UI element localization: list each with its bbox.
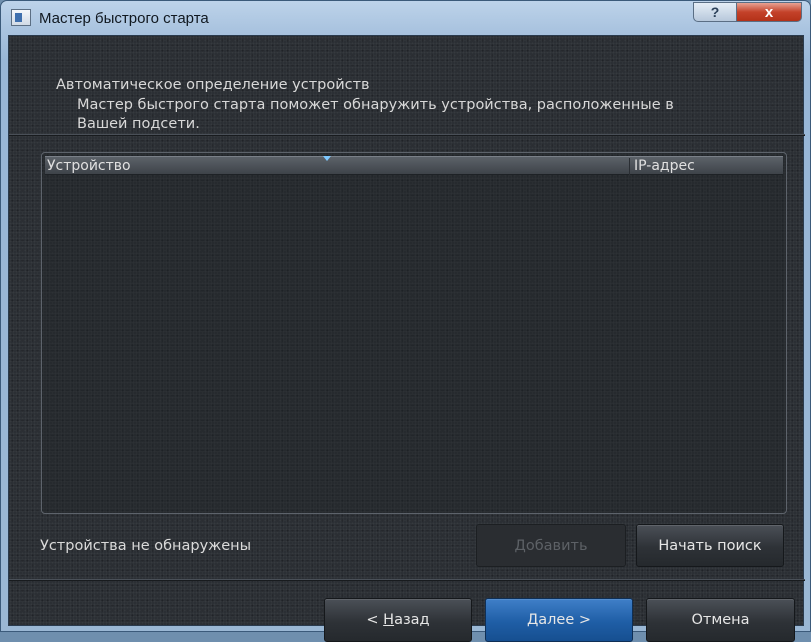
page-description: Мастер быстрого старта поможет обнаружит…: [77, 97, 674, 132]
sort-arrow-icon: [323, 156, 331, 161]
back-button[interactable]: < Назад: [324, 598, 472, 642]
page-heading: Автоматическое определение устройств: [56, 77, 370, 93]
help-button[interactable]: ?: [693, 2, 737, 22]
back-button-prefix: <: [366, 612, 384, 628]
quick-start-wizard-window: Мастер быстрого старта ? x Автоматическо…: [0, 0, 811, 642]
wizard-content: Автоматическое определение устройств Мас…: [8, 35, 805, 642]
next-button-label: алее >: [538, 612, 592, 628]
column-header-device[interactable]: Устройство: [47, 158, 131, 174]
next-button[interactable]: Далее >: [485, 598, 633, 642]
device-list[interactable]: Устройство IP-адрес: [41, 152, 787, 514]
help-icon: ?: [710, 4, 720, 20]
next-button-mnemonic: Д: [526, 612, 539, 628]
back-button-label: азад: [394, 612, 430, 628]
cancel-button[interactable]: Отмена: [646, 598, 795, 642]
add-button[interactable]: Добавить: [476, 524, 626, 567]
column-header-ip-address[interactable]: IP-адрес: [629, 158, 695, 175]
status-text: Устройства не обнаружены: [40, 538, 252, 554]
back-button-mnemonic: Н: [383, 612, 395, 628]
title-bar[interactable]: Мастер быстрого старта ? x: [1, 1, 810, 35]
table-header: Устройство IP-адрес: [45, 156, 783, 175]
app-icon: [11, 9, 31, 26]
footer-divider: [9, 579, 805, 581]
start-search-button[interactable]: Начать поиск: [636, 524, 784, 567]
close-icon: x: [764, 3, 774, 21]
header-divider: [9, 134, 805, 136]
close-button[interactable]: x: [736, 2, 802, 22]
window-title: Мастер быстрого старта: [39, 10, 209, 27]
